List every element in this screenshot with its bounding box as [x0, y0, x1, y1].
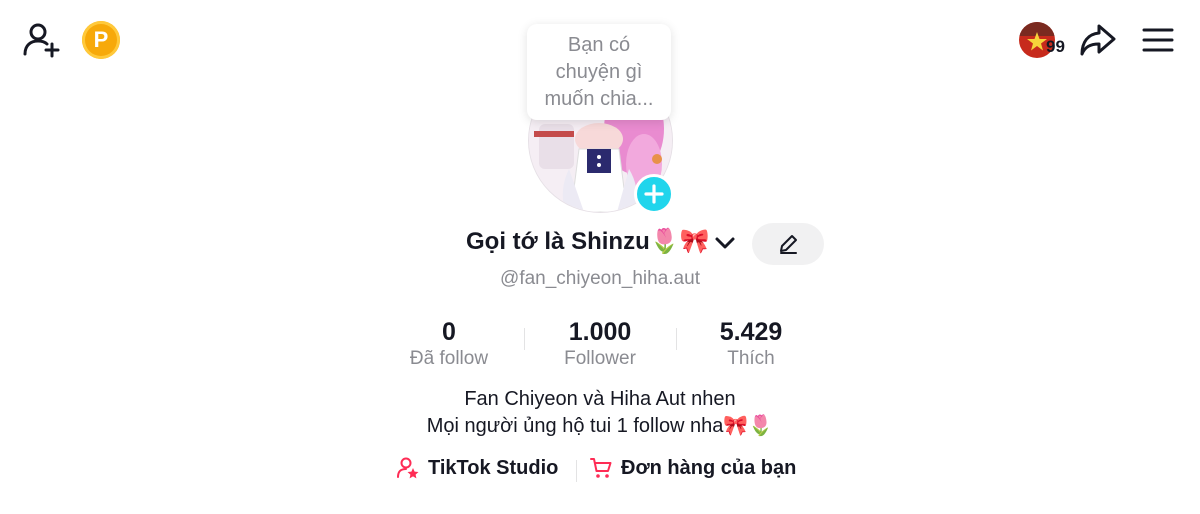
stat-likes[interactable]: 5.429 Thích	[681, 318, 821, 372]
menu-icon	[1142, 28, 1174, 52]
add-story-button[interactable]	[634, 174, 674, 214]
share-button[interactable]	[1078, 20, 1118, 60]
plus-icon	[644, 184, 664, 204]
cart-icon	[590, 458, 612, 478]
tiktok-studio-label: TikTok Studio	[428, 456, 559, 479]
tooltip-text: Bạn có chuyện gì muốn chia...	[544, 33, 654, 110]
profile-links: TikTok Studio Đơn hàng của bạn	[0, 456, 1200, 486]
followers-count: 1.000	[568, 318, 632, 346]
share-icon	[1080, 24, 1116, 56]
coin-button[interactable]: P	[82, 21, 120, 59]
badge-count: 99	[1046, 37, 1065, 56]
bio: Fan Chiyeon và Hiha Aut nhen Mọi người ủ…	[0, 386, 1200, 440]
add-friend-icon	[23, 23, 60, 58]
tiktok-studio-link[interactable]: TikTok Studio	[396, 456, 558, 480]
stat-followers[interactable]: 1.000 Follower	[530, 318, 670, 372]
stat-divider	[524, 328, 525, 350]
links-divider	[576, 460, 577, 482]
bio-line: Fan Chiyeon và Hiha Aut nhen	[464, 388, 736, 410]
edit-profile-button[interactable]	[752, 223, 824, 265]
following-count: 0	[442, 318, 456, 346]
coin-icon: P	[93, 27, 109, 52]
orders-label: Đơn hàng của bạn	[621, 456, 797, 479]
bio-line: Mọi người ủng hộ tui 1 follow nha🎀🌷	[426, 415, 774, 437]
status-tooltip[interactable]: Bạn có chuyện gì muốn chia...	[527, 24, 671, 120]
stat-following[interactable]: 0 Đã follow	[379, 318, 519, 372]
orders-link[interactable]: Đơn hàng của bạn	[589, 456, 796, 480]
menu-button[interactable]	[1138, 20, 1178, 60]
stat-divider	[676, 328, 677, 350]
chevron-down-icon[interactable]	[712, 232, 738, 254]
add-friend-button[interactable]	[20, 20, 62, 60]
following-label: Đã follow	[409, 348, 489, 369]
name-row: Gọi tớ là Shinzu🌷🎀	[0, 226, 1200, 262]
display-name: Gọi tớ là Shinzu🌷🎀	[466, 228, 710, 255]
followers-label: Follower	[564, 348, 636, 369]
creator-star-icon	[397, 457, 419, 479]
edit-pencil-icon	[780, 235, 797, 254]
username: @fan_chiyeon_hiha.aut	[500, 268, 700, 289]
likes-label: Thích	[727, 348, 775, 369]
likes-count: 5.429	[719, 318, 783, 346]
